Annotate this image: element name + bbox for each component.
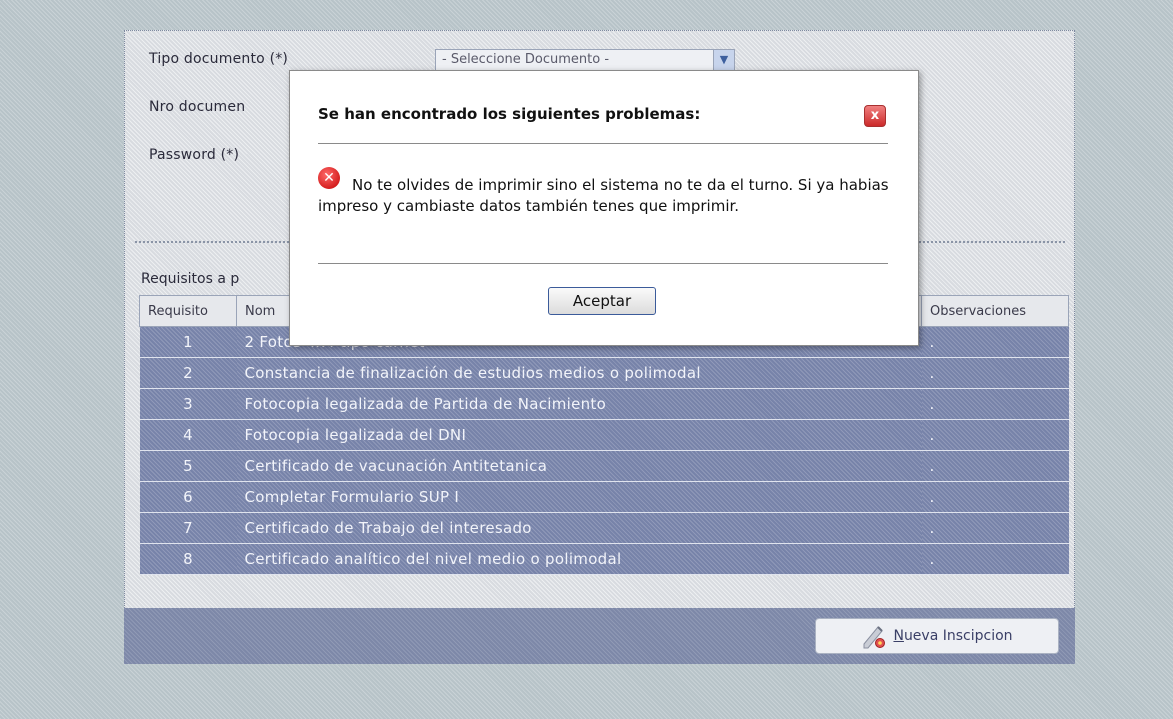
dialog-divider-bottom	[318, 263, 888, 264]
requisito-observacion: .	[921, 326, 1069, 358]
tipo-documento-select[interactable]: - Seleccione Documento - ▼	[435, 49, 735, 71]
table-row: 6 Completar Formulario SUP I .	[139, 481, 1069, 513]
chevron-down-icon[interactable]: ▼	[713, 50, 734, 70]
aceptar-button[interactable]: Aceptar	[548, 287, 656, 315]
requisito-number: 6	[139, 481, 237, 513]
requisito-name: Fotocopia legalizada de Partida de Nacim…	[236, 388, 922, 420]
requisito-name: Certificado de Trabajo del interesado	[236, 512, 922, 544]
requisito-number: 4	[139, 419, 237, 451]
close-icon[interactable]: x	[864, 105, 886, 127]
edit-document-icon	[863, 626, 886, 649]
nueva-inscripcion-button[interactable]: Nueva Inscipcion	[815, 618, 1059, 654]
tipo-documento-select-value: - Seleccione Documento -	[442, 52, 610, 67]
requisito-number: 8	[139, 543, 237, 575]
requisito-observacion: .	[921, 419, 1069, 451]
dialog-divider-top	[318, 143, 888, 144]
requisito-name: Constancia de finalización de estudios m…	[236, 357, 922, 389]
table-row: 2 Constancia de finalización de estudios…	[139, 357, 1069, 389]
requisito-observacion: .	[921, 543, 1069, 575]
requisito-number: 7	[139, 512, 237, 544]
error-message: No te olvides de imprimir sino el sistem…	[318, 176, 889, 215]
requisito-observacion: .	[921, 357, 1069, 389]
requisito-name: Fotocopia legalizada del DNI	[236, 419, 922, 451]
requisito-name: Certificado de vacunación Antitetanica	[236, 450, 922, 482]
requisitos-title: Requisitos a p	[141, 271, 240, 287]
nro-documento-label: Nro documen	[149, 99, 246, 115]
requisito-name: Completar Formulario SUP I	[236, 481, 922, 513]
error-dialog: Se han encontrado los siguientes problem…	[289, 70, 919, 346]
requisito-observacion: .	[921, 481, 1069, 513]
table-row: 3 Fotocopia legalizada de Partida de Nac…	[139, 388, 1069, 420]
requisito-number: 5	[139, 450, 237, 482]
requisito-name: Certificado analítico del nivel medio o …	[236, 543, 922, 575]
column-header-observaciones: Observaciones	[921, 295, 1069, 327]
table-row: 5 Certificado de vacunación Antitetanica…	[139, 450, 1069, 482]
table-row: 7 Certificado de Trabajo del interesado …	[139, 512, 1069, 544]
footer-toolbar: Nueva Inscipcion	[124, 608, 1075, 664]
requisito-number: 2	[139, 357, 237, 389]
requisito-observacion: .	[921, 388, 1069, 420]
requisito-observacion: .	[921, 450, 1069, 482]
dialog-title: Se han encontrado los siguientes problem…	[318, 105, 701, 123]
tipo-documento-label: Tipo documento (*)	[149, 51, 289, 67]
column-header-requisito: Requisito	[139, 295, 237, 327]
password-label: Password (*)	[149, 147, 240, 163]
requisito-number: 3	[139, 388, 237, 420]
table-row: 8 Certificado analítico del nivel medio …	[139, 543, 1069, 575]
requisito-observacion: .	[921, 512, 1069, 544]
requisito-number: 1	[139, 326, 237, 358]
nueva-inscripcion-label: Nueva Inscipcion	[893, 628, 1013, 644]
table-row: 4 Fotocopia legalizada del DNI .	[139, 419, 1069, 451]
